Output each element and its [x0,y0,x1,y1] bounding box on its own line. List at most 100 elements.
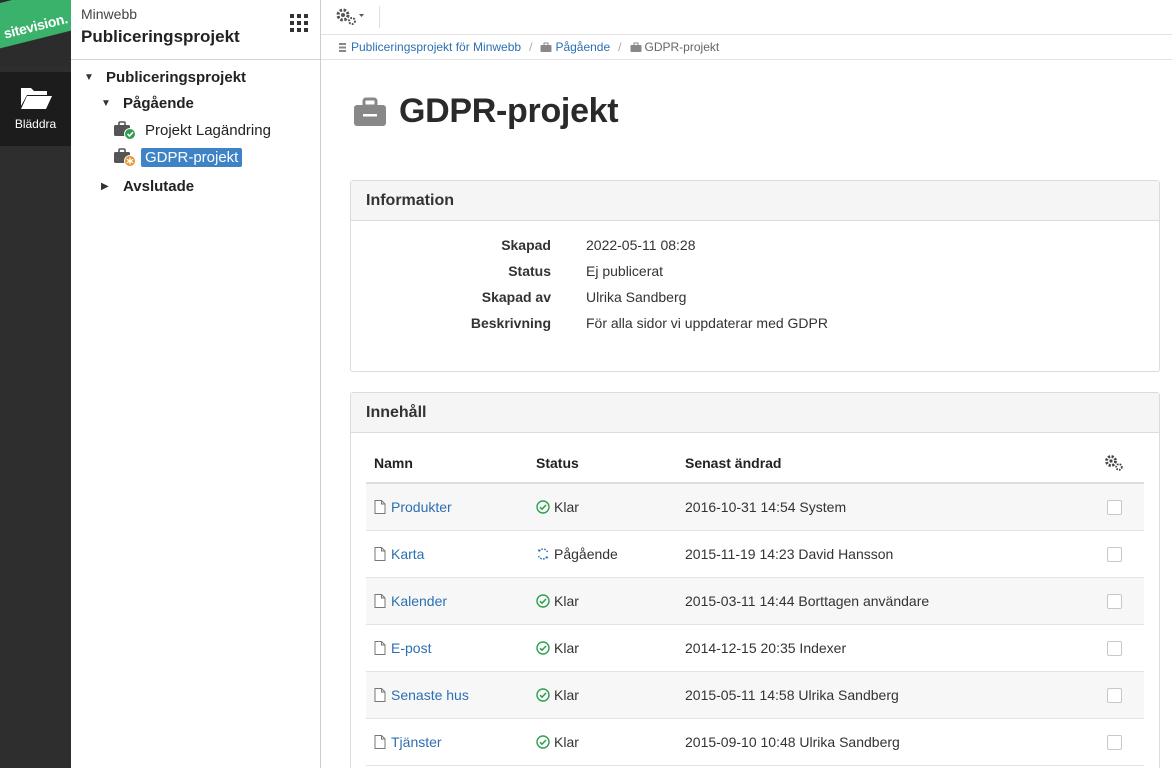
breadcrumb-item-ongoing[interactable]: Pågående [540,40,610,54]
briefcase-icon [354,97,386,126]
check-circle-icon [536,688,550,702]
status-cell: Klar [536,734,685,750]
tree-node-ongoing[interactable]: ▼ Pågående [101,92,198,114]
column-header-name[interactable]: Namn [366,455,536,471]
tree-node-project-lagandring[interactable]: Projekt Lagändring [113,119,275,141]
table-row: E-post Klar 2014-12-15 20:35 Indexer [366,625,1144,672]
info-row-status: Status Ej publicerat [351,263,1159,289]
apps-grid-icon[interactable] [290,14,308,32]
modified-cell: 2014-12-15 20:35 Indexer [685,640,847,656]
tree-label-project-lagandring[interactable]: Projekt Lagändring [141,121,275,140]
column-header-modified[interactable]: Senast ändrad [685,455,1085,471]
main-content: GDPR-projekt Information Skapad 2022-05-… [321,60,1172,768]
folder-open-icon [20,88,52,109]
table-row: Karta Pågående 2015-11-19 14:23 David Hans… [366,531,1144,578]
information-panel: Information Skapad 2022-05-11 08:28 Stat… [350,180,1160,372]
info-key: Status [508,263,551,279]
settings-menu-button[interactable] [335,5,369,27]
content-table: Namn Status Senast ändrad Produkter Klar 2… [366,443,1144,766]
page-title: GDPR-projekt [353,92,619,131]
info-row-created: Skapad 2022-05-11 08:28 [351,237,1159,263]
status-cell: Klar [536,499,685,515]
table-header: Namn Status Senast ändrad [366,443,1144,484]
row-checkbox[interactable] [1107,593,1122,609]
page-link[interactable]: Karta [374,546,536,562]
tree-node-gdpr-project[interactable]: GDPR-projekt [113,146,243,168]
browse-button[interactable]: Bläddra [0,72,71,146]
modified-cell: 2015-05-11 14:58 Ulrika Sandberg [685,687,899,703]
info-row-created-by: Skapad av Ulrika Sandberg [351,289,1159,315]
sync-icon [537,548,549,560]
check-circle-icon [536,735,550,749]
check-circle-icon [536,641,550,655]
breadcrumb-item-current: GDPR-projekt [630,40,719,54]
info-value: För alla sidor vi uppdaterar med GDPR [586,315,828,331]
modified-cell: 2015-11-19 14:23 David Hansson [685,546,894,562]
modified-cell: 2015-09-10 10:48 Ulrika Sandberg [685,734,900,750]
row-checkbox[interactable] [1107,499,1122,515]
info-value: Ej publicerat [586,263,664,279]
page-link[interactable]: Senaste hus [374,687,536,703]
breadcrumb: Publiceringsprojekt för Minwebb / Pågåen… [321,35,1172,60]
tree-label-finished[interactable]: Avslutade [119,177,198,196]
status-cell: Klar [536,640,685,656]
status-cell: Klar [536,593,685,609]
info-key: Skapad [501,237,551,253]
information-heading: Information [351,181,1159,221]
check-circle-icon [536,594,550,608]
briefcase-icon [540,42,552,52]
page-link[interactable]: Tjänster [374,734,536,750]
breadcrumb-item-root[interactable]: Publiceringsprojekt för Minwebb [337,40,521,54]
tree-header: Minwebb Publiceringsprojekt [71,0,320,60]
info-key: Beskrivning [470,315,551,331]
expand-right-icon[interactable]: ▶ [101,181,111,192]
tree-node-finished[interactable]: ▶ Avslutade [101,175,198,197]
gears-icon [1104,454,1123,471]
briefcase-pending-icon [113,147,137,167]
page-link[interactable]: E-post [374,640,536,656]
information-list: Skapad 2022-05-11 08:28 Status Ej public… [351,237,1159,341]
top-toolbar [321,0,1172,35]
section-name: Publiceringsprojekt [81,27,240,46]
content-heading: Innehåll [351,393,1159,433]
row-checkbox[interactable] [1107,734,1122,750]
info-value: Ulrika Sandberg [586,289,687,305]
document-icon [374,547,386,561]
table-row: Produkter Klar 2016-10-31 14:54 System [366,484,1144,531]
project-stack-icon [339,42,346,52]
status-cell: Klar [536,687,685,703]
document-icon [374,688,386,702]
content-panel: Innehåll Namn Status Senast ändrad Produ… [350,392,1160,768]
info-row-description: Beskrivning För alla sidor vi uppdaterar… [351,315,1159,341]
check-circle-icon [536,500,550,514]
tree-node-root[interactable]: ▼ Publiceringsprojekt [84,66,250,88]
page-link[interactable]: Produkter [374,499,536,515]
sitevision-logo[interactable]: sitevision. [0,0,71,66]
table-row: Tjänster Klar 2015-09-10 10:48 Ulrika Sand… [366,719,1144,766]
tree-panel: Minwebb Publiceringsprojekt ▼ Publicerin… [71,0,321,768]
row-checkbox[interactable] [1107,640,1122,656]
modified-cell: 2016-10-31 14:54 System [685,499,847,515]
page-link[interactable]: Kalender [374,593,536,609]
tree-label-root[interactable]: Publiceringsprojekt [102,68,250,87]
table-actions-button[interactable] [1085,454,1144,472]
expand-down-icon[interactable]: ▼ [101,98,111,109]
expand-down-icon[interactable]: ▼ [84,72,94,83]
breadcrumb-separator: / [618,40,622,54]
page-title-text: GDPR-projekt [399,92,619,130]
gears-icon [336,8,364,25]
table-row: Senaste hus Klar 2015-05-11 14:58 Ulrika S… [366,672,1144,719]
row-checkbox[interactable] [1107,687,1122,703]
row-checkbox[interactable] [1107,546,1122,562]
tree-label-gdpr-project[interactable]: GDPR-projekt [141,147,243,167]
site-name: Minwebb [81,6,138,22]
column-header-status[interactable]: Status [536,455,685,471]
status-cell: Pågående [536,546,685,562]
document-icon [374,735,386,749]
tree-label-ongoing[interactable]: Pågående [119,94,198,113]
info-value: 2022-05-11 08:28 [586,237,696,253]
briefcase-check-icon [113,120,137,140]
briefcase-icon [630,42,642,52]
table-row: Kalender Klar 2015-03-11 14:44 Borttagen a… [366,578,1144,625]
info-key: Skapad av [481,289,551,305]
